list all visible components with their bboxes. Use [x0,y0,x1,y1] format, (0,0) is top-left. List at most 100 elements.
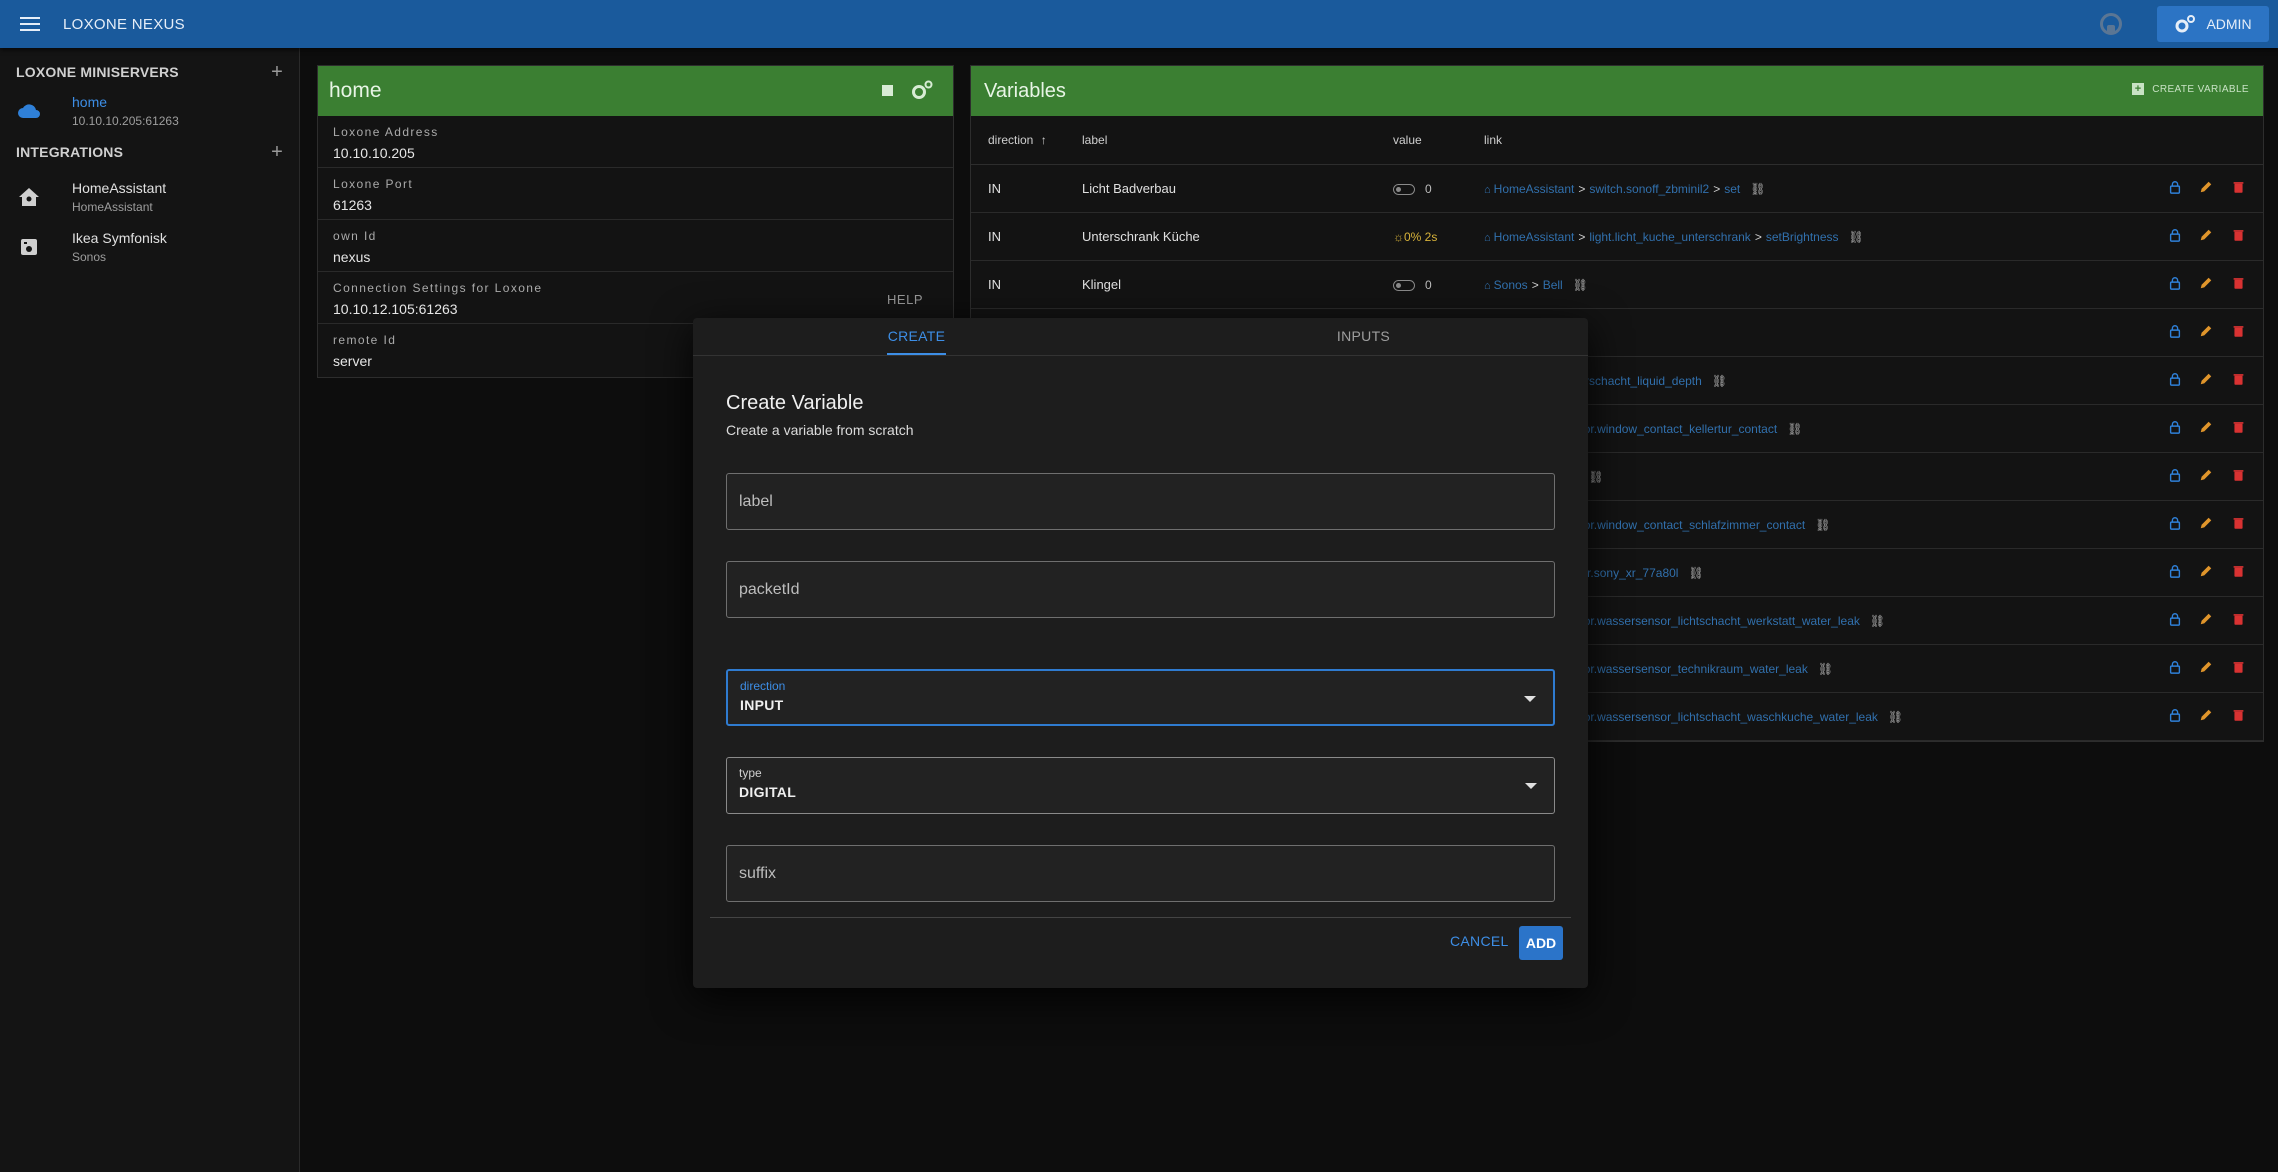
delete-icon[interactable] [2229,564,2245,580]
delete-icon[interactable] [2229,372,2245,388]
github-icon[interactable] [2100,13,2122,35]
edit-icon[interactable] [2197,708,2213,724]
edit-icon[interactable] [2197,324,2213,340]
delete-icon[interactable] [2229,180,2245,196]
cell-actions [2143,260,2263,309]
packet-id-input[interactable]: packetId [726,561,1555,618]
delete-icon[interactable] [2229,228,2245,244]
unlink-icon[interactable]: ⛓ [1573,278,1588,292]
sidebar-item-homeassistant[interactable]: HomeAssistant HomeAssistant [0,172,299,222]
delete-icon[interactable] [2229,468,2245,484]
lock-icon[interactable] [2166,468,2182,484]
create-variable-button[interactable]: + CREATE VARIABLE [2132,83,2249,95]
label-input[interactable]: label [726,473,1555,530]
cell-value: 0 [1393,164,1484,213]
integration-name: HomeAssistant [72,180,167,196]
tab-create[interactable]: CREATE [693,318,1140,355]
lock-icon[interactable] [2166,372,2182,388]
add-integration-icon[interactable]: + [271,141,283,164]
caret-down-icon [1524,696,1536,702]
column-link[interactable]: link [1484,116,2143,165]
unlink-icon[interactable]: ⛓ [1815,518,1830,532]
link-action[interactable]: setBrightness [1766,230,1839,244]
table-row[interactable]: IN Klingel 0 ⌂ Sonos > Bell ⛓ [971,260,2263,309]
delete-icon[interactable] [2229,660,2245,676]
lock-icon[interactable] [2166,276,2182,292]
integration-home-icon: ⌂ [1484,279,1491,292]
unlink-icon[interactable]: ⛓ [1870,614,1885,628]
delete-icon[interactable] [2229,324,2245,340]
unlink-icon[interactable]: ⛓ [1588,470,1603,484]
unlink-icon[interactable]: ⛓ [1750,182,1765,196]
link-integration[interactable]: HomeAssistant [1494,230,1575,244]
variables-title: Variables [984,79,1066,102]
link-entity[interactable]: Bell [1543,278,1563,292]
create-variable-label: CREATE VARIABLE [2152,83,2249,95]
table-row[interactable]: IN Unterschrank Küche ☼0% 2s ⌂ HomeAssist… [971,212,2263,261]
column-value[interactable]: value [1393,116,1484,165]
lock-icon[interactable] [2166,708,2182,724]
toggle-icon[interactable] [1393,183,1415,195]
type-select[interactable]: type DIGITAL [726,757,1555,814]
unlink-icon[interactable]: ⛓ [1787,422,1802,436]
lock-icon[interactable] [2166,324,2182,340]
suffix-input[interactable]: suffix [726,845,1555,902]
edit-icon[interactable] [2197,276,2213,292]
cell-actions [2143,308,2263,357]
edit-icon[interactable] [2197,372,2213,388]
menu-icon[interactable] [20,13,40,35]
lock-icon[interactable] [2166,660,2182,676]
sort-arrow-up-icon: ↑ [1040,132,1047,147]
connection-settings-field: Connection Settings for Loxone 10.10.12.… [318,272,953,324]
lock-icon[interactable] [2166,612,2182,628]
sidebar-item-ikea-symfonisk[interactable]: Ikea Symfonisk Sonos [0,222,299,272]
unlink-icon[interactable]: ⛓ [1888,710,1903,724]
unlink-icon[interactable]: ⛓ [1688,566,1703,580]
link-entity[interactable]: switch.sonoff_zbminil2 [1589,182,1709,196]
edit-icon[interactable] [2197,180,2213,196]
edit-icon[interactable] [2197,612,2213,628]
stop-icon[interactable] [882,85,893,96]
edit-icon[interactable] [2197,660,2213,676]
field-label: own Id [333,229,377,243]
cell-actions [2143,356,2263,405]
lock-icon[interactable] [2166,420,2182,436]
delete-icon[interactable] [2229,708,2245,724]
delete-icon[interactable] [2229,612,2245,628]
tab-inputs[interactable]: INPUTS [1140,318,1587,355]
add-miniserver-icon[interactable]: + [271,61,283,84]
add-button[interactable]: ADD [1519,926,1563,960]
column-direction[interactable]: direction ↑ [971,116,1082,165]
edit-icon[interactable] [2197,228,2213,244]
link-entity[interactable]: light.licht_kuche_unterschrank [1589,230,1750,244]
settings-gears-icon[interactable] [910,79,934,101]
unlink-icon[interactable]: ⛓ [1849,230,1864,244]
admin-button[interactable]: ADMIN [2157,6,2269,42]
delete-icon[interactable] [2229,420,2245,436]
lock-icon[interactable] [2166,516,2182,532]
help-button[interactable]: HELP [887,292,923,307]
unlink-icon[interactable]: ⛓ [1818,662,1833,676]
sidebar-item-home[interactable]: home 10.10.10.205:61263 [0,90,299,132]
toggle-icon[interactable] [1393,279,1415,291]
edit-icon[interactable] [2197,420,2213,436]
lock-icon[interactable] [2166,180,2182,196]
link-integration[interactable]: Sonos [1494,278,1528,292]
dialog-title: Create Variable [726,392,864,414]
field-label: Connection Settings for Loxone [333,281,543,295]
edit-icon[interactable] [2197,468,2213,484]
lock-icon[interactable] [2166,564,2182,580]
edit-icon[interactable] [2197,516,2213,532]
cell-actions [2143,644,2263,693]
lock-icon[interactable] [2166,228,2182,244]
column-label[interactable]: label [1082,116,1393,165]
table-row[interactable]: IN Licht Badverbau 0 ⌂ HomeAssistant > swit… [971,164,2263,213]
delete-icon[interactable] [2229,276,2245,292]
cancel-button[interactable]: CANCEL [1450,933,1509,949]
unlink-icon[interactable]: ⛓ [1712,374,1727,388]
delete-icon[interactable] [2229,516,2245,532]
link-integration[interactable]: HomeAssistant [1494,182,1575,196]
edit-icon[interactable] [2197,564,2213,580]
link-action[interactable]: set [1724,182,1740,196]
direction-select[interactable]: direction INPUT [726,669,1555,726]
